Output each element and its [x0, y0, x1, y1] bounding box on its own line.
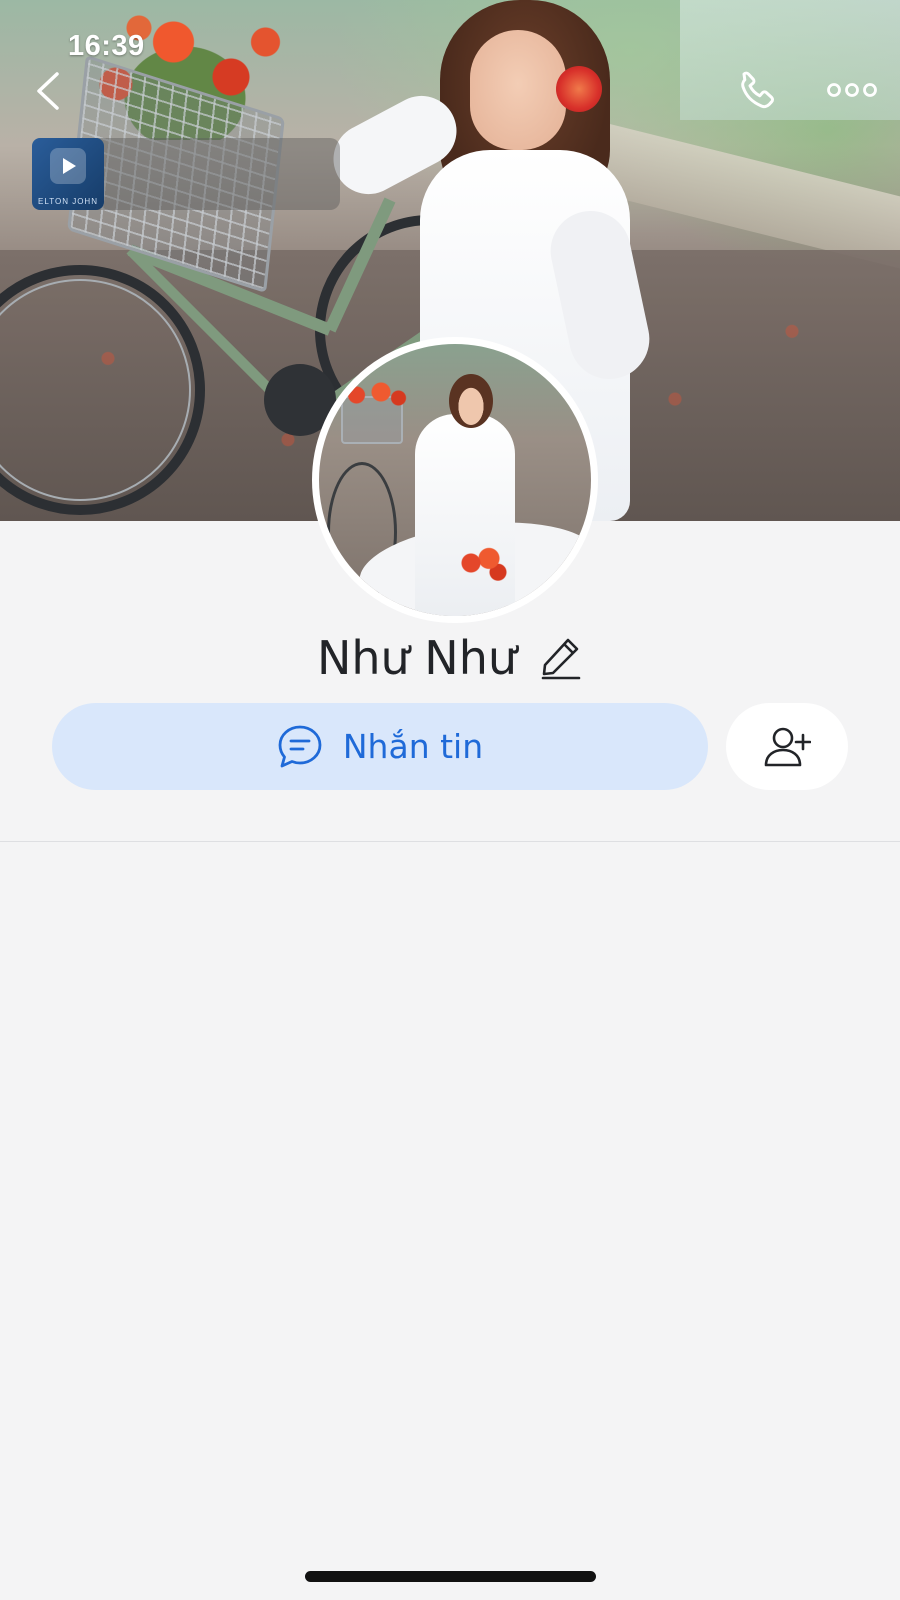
- phone-icon: [741, 71, 774, 109]
- more-options-button[interactable]: [820, 72, 884, 108]
- person-face: [470, 30, 566, 150]
- avatar-flowers: [339, 380, 409, 410]
- chat-bubble-icon: [278, 725, 322, 767]
- profile-avatar[interactable]: [312, 337, 598, 623]
- add-user-icon: [764, 727, 811, 766]
- message-button[interactable]: Nhắn tin: [52, 703, 708, 790]
- play-icon: [63, 158, 76, 174]
- avatar-bouquet: [453, 540, 513, 586]
- avatar-head: [449, 374, 493, 428]
- ellipsis-icon: [827, 83, 877, 97]
- hair-flower: [556, 66, 602, 112]
- profile-name: Như Như: [316, 631, 518, 685]
- album-thumbnail: ELTON JOHN: [32, 138, 104, 210]
- pencil-icon: [541, 638, 581, 680]
- message-button-label: Nhắn tin: [342, 727, 484, 766]
- back-button[interactable]: [26, 66, 70, 116]
- add-friend-button[interactable]: [726, 703, 848, 790]
- edit-name-button[interactable]: [539, 634, 583, 682]
- section-divider: [0, 841, 900, 842]
- avatar-dress: [415, 414, 515, 616]
- status-time: 16:39: [68, 30, 145, 62]
- call-button[interactable]: [728, 66, 788, 116]
- play-button[interactable]: [50, 148, 86, 184]
- album-caption: ELTON JOHN: [38, 197, 98, 206]
- profile-name-row: Như Như: [0, 628, 900, 688]
- chevron-left-icon: [37, 72, 59, 110]
- music-widget[interactable]: ELTON JOHN: [32, 138, 340, 210]
- home-indicator[interactable]: [305, 1571, 596, 1582]
